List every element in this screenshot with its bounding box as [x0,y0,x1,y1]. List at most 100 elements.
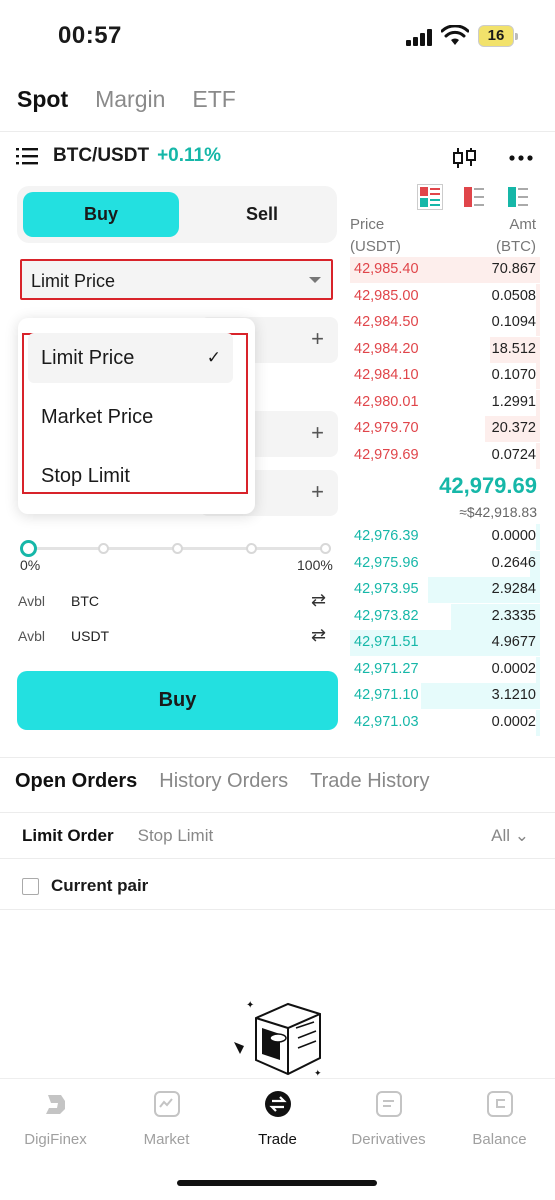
order-type-select[interactable]: Limit Price [20,259,333,300]
nav-digifinex[interactable]: DigiFinex [0,1091,111,1148]
ask-price: 42,984.20 [354,340,419,357]
buy-sell-toggle: Buy Sell [17,186,337,243]
current-pair-checkbox[interactable] [22,877,39,895]
bid-amount: 2.3335 [491,607,536,624]
wifi-icon [441,25,469,45]
option-label: Market Price [41,406,154,428]
home-indicator [177,1180,377,1186]
bid-row[interactable]: 42,971.10 3.1210 [350,683,540,709]
pair-name[interactable]: BTC/USDT [53,145,149,167]
ask-row[interactable]: 42,979.69 0.0724 [350,442,540,469]
order-book-asks-icon[interactable] [464,187,484,207]
slider-step-25[interactable] [98,543,109,554]
nav-derivatives[interactable]: Derivatives [333,1091,444,1148]
ask-price: 42,979.70 [354,420,419,436]
bid-row[interactable]: 42,971.03 0.0002 [350,709,540,736]
slider-knob[interactable] [20,540,37,557]
bid-price: 42,976.39 [354,528,419,544]
tab-spot[interactable]: Spot [17,86,68,113]
ask-row[interactable]: 42,980.01 1.2991 [350,389,540,416]
menu-icon[interactable] [16,147,38,165]
divider [0,858,555,859]
ask-row[interactable]: 42,979.70 20.372 [350,416,540,442]
plus-icon[interactable]: + [311,479,324,505]
transfer-icon[interactable]: ⇄ [311,625,326,646]
bid-row[interactable]: 42,971.27 0.0002 [350,656,540,683]
status-time: 00:57 [58,22,122,49]
option-market-price[interactable]: Market Price [28,392,233,442]
derivatives-icon [375,1091,402,1117]
plus-icon[interactable]: + [311,420,324,446]
order-book-bids-icon[interactable] [508,187,528,207]
plus-icon[interactable]: + [311,326,324,352]
depth-bar [536,310,540,336]
slider-step-50[interactable] [172,543,183,554]
tab-trade-history[interactable]: Trade History [310,770,429,793]
ask-row[interactable]: 42,985.00 0.0508 [350,283,540,310]
bid-amount: 0.2646 [491,554,536,571]
ask-row[interactable]: 42,985.40 70.867 [350,257,540,283]
bid-amount: 0.0002 [491,713,536,730]
tab-open-orders[interactable]: Open Orders [15,770,137,793]
buy-tab[interactable]: Buy [23,192,179,237]
transfer-icon[interactable]: ⇄ [311,590,326,611]
tab-etf[interactable]: ETF [192,86,235,113]
sell-tab[interactable]: Sell [192,192,332,237]
current-pair-label: Current pair [51,876,149,895]
bid-row[interactable]: 42,975.96 0.2646 [350,550,540,577]
order-book-both-icon[interactable] [417,184,443,210]
slider-step-100[interactable] [320,543,331,554]
candlestick-chart-icon[interactable] [452,146,478,170]
order-tabs: Open Orders History Orders Trade History [15,770,451,793]
bid-row[interactable]: 42,971.51 4.9677 [350,630,540,656]
current-pair-filter[interactable]: Current pair [22,876,148,896]
trade-swap-icon [264,1091,291,1117]
bid-row[interactable]: 42,973.82 2.3335 [350,603,540,630]
ask-row[interactable]: 42,984.20 18.512 [350,336,540,363]
amount-slider[interactable] [20,540,331,557]
avbl-currency: BTC [71,593,99,609]
bid-price: 42,971.10 [354,687,419,703]
tab-history-orders[interactable]: History Orders [159,770,288,793]
ask-amount: 0.0508 [491,287,536,304]
bid-price: 42,973.82 [354,607,419,624]
nav-label: Market [143,1131,190,1148]
ask-price: 42,979.69 [354,446,419,463]
ask-price: 42,985.00 [354,287,419,304]
depth-bar [536,283,540,310]
depth-bar [536,709,540,736]
bid-row[interactable]: 42,976.39 0.0000 [350,524,540,550]
bid-amount: 3.1210 [491,687,536,703]
buy-button[interactable]: Buy [17,671,338,730]
caret-down-icon [309,277,321,283]
all-filter-dropdown[interactable]: All ⌄ [491,826,529,846]
option-stop-limit[interactable]: Stop Limit [28,451,233,501]
ask-price: 42,980.01 [354,393,419,410]
bid-amount: 4.9677 [491,634,536,650]
cellular-signal-icon [406,28,434,46]
bid-amount: 2.9284 [491,581,536,597]
ask-price: 42,984.50 [354,314,419,330]
tab-limit-order[interactable]: Limit Order [22,826,114,846]
divider [0,909,555,910]
ask-row[interactable]: 42,984.50 0.1094 [350,310,540,336]
pair-header: BTC/USDT +0.11% [16,145,221,167]
slider-step-75[interactable] [246,543,257,554]
status-bar: 00:57 16 [0,0,555,70]
depth-bar [536,524,540,550]
price-header-label: Price [350,216,385,233]
tab-stop-limit[interactable]: Stop Limit [138,826,214,846]
last-price: 42,979.69 [439,473,537,498]
option-limit-price[interactable]: Limit Price ✓ [28,333,233,383]
more-options-icon[interactable] [508,146,534,170]
ask-row[interactable]: 42,984.10 0.1070 [350,363,540,389]
svg-text:✦: ✦ [314,1069,322,1078]
pair-change: +0.11% [157,145,221,166]
nav-balance[interactable]: Balance [444,1091,555,1148]
avbl-label: Avbl [18,628,45,644]
bid-row[interactable]: 42,973.95 2.9284 [350,577,540,603]
tab-margin[interactable]: Margin [95,86,165,113]
order-sub-tabs: Limit Order Stop Limit [22,826,237,846]
nav-market[interactable]: Market [111,1091,222,1148]
nav-trade[interactable]: Trade [222,1091,333,1148]
